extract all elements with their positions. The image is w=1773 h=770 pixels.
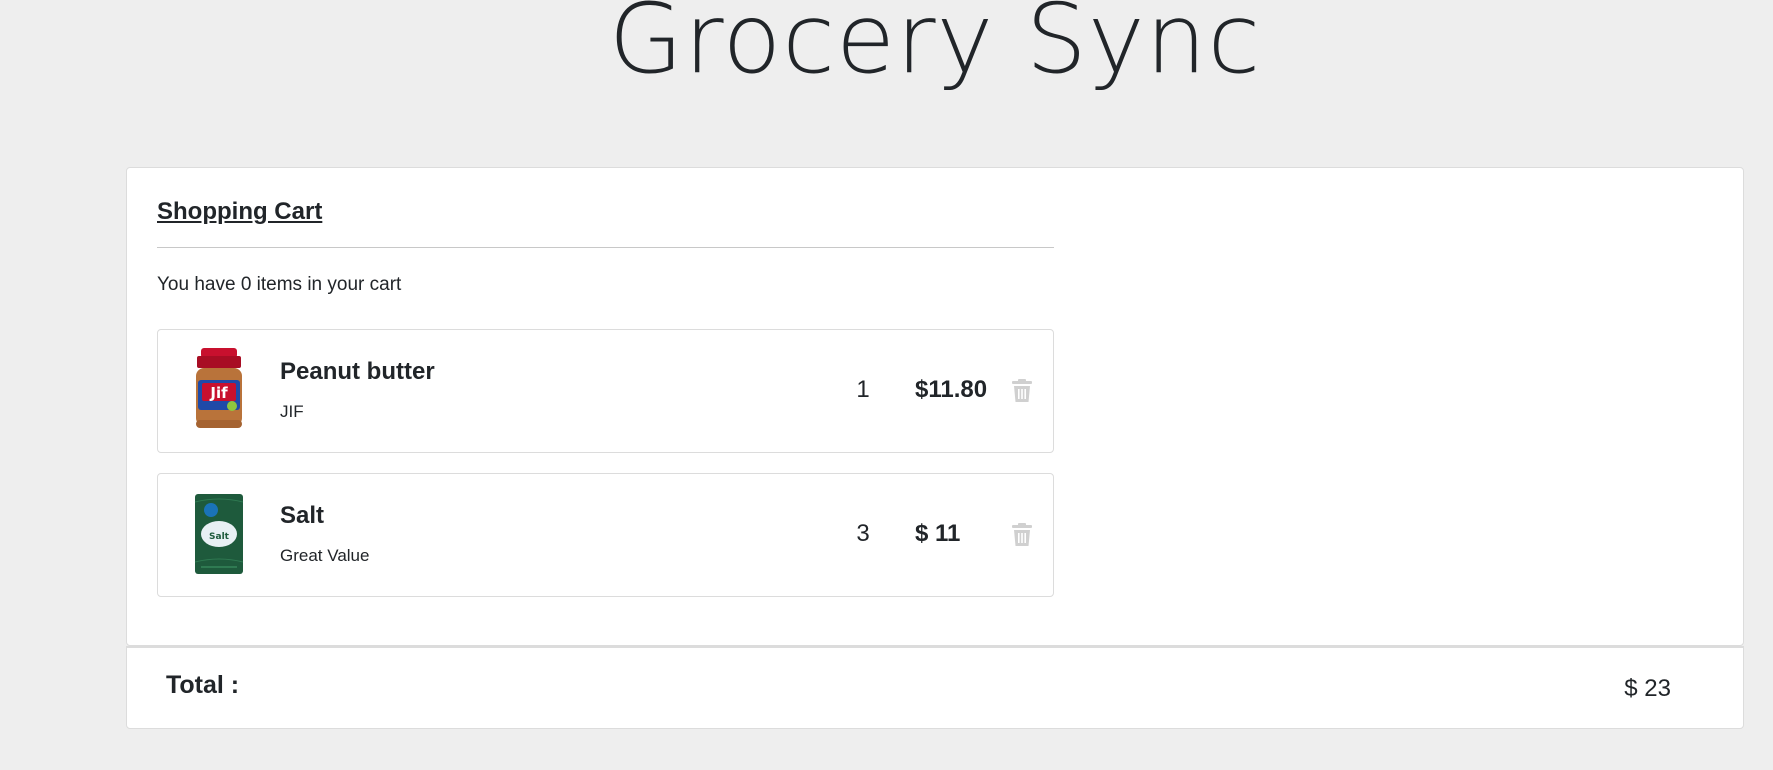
cart-divider [157, 247, 1054, 248]
trash-icon[interactable] [1012, 523, 1032, 547]
svg-text:Salt: Salt [209, 532, 230, 542]
item-price: $ 11 [915, 520, 961, 547]
shopping-cart-panel: Shopping Cart You have 0 items in your c… [126, 167, 1744, 646]
total-label: Total : [166, 671, 240, 699]
cart-item-peanut-butter: Jif Peanut butter JIF 1 $11.80 [157, 329, 1054, 453]
item-price: $11.80 [915, 376, 988, 403]
cart-item-salt: Salt Salt Great Value 3 $ 11 [157, 473, 1054, 597]
item-quantity: 1 [856, 376, 870, 403]
item-brand: Great Value [280, 546, 370, 565]
svg-text:Jif: Jif [209, 384, 228, 402]
shopping-cart-heading: Shopping Cart [157, 198, 323, 225]
item-quantity: 3 [856, 520, 870, 547]
item-name: Peanut butter [280, 358, 435, 385]
total-value: $ 23 [1624, 675, 1671, 702]
salt-bag-image: Salt [194, 494, 244, 574]
peanut-butter-jar-image: Jif [196, 348, 242, 428]
app-title: Grocery Sync [608, 0, 1262, 95]
cart-total-bar: Total : $ 23 [126, 646, 1744, 729]
trash-icon[interactable] [1012, 379, 1032, 403]
item-name: Salt [280, 502, 325, 529]
cart-item-count: You have 0 items in your cart [157, 274, 402, 295]
item-brand: JIF [280, 402, 304, 421]
